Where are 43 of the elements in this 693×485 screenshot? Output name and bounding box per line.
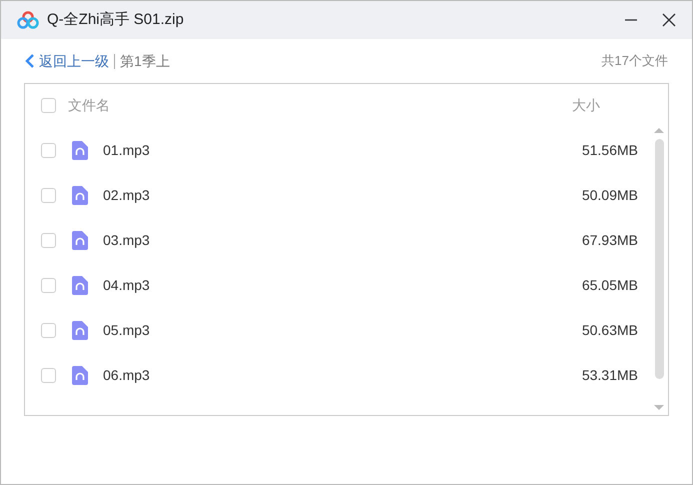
- breadcrumb-current: 第1季上: [120, 52, 170, 70]
- column-header: 大小: [572, 96, 600, 115]
- cloud-logo-icon: [17, 11, 39, 29]
- checkbox[interactable]: [41, 323, 56, 338]
- window-title: Q-全Zhi高手 S01.zip: [47, 10, 184, 30]
- file-name: 01.mp3: [103, 141, 150, 160]
- audio-file-icon: [72, 186, 88, 205]
- file-size: 67.93MB: [582, 231, 638, 250]
- file-row[interactable]: 01.mp3 51.56MB: [25, 128, 652, 173]
- file-size: 50.63MB: [582, 321, 638, 340]
- file-row[interactable]: 06.mp3 53.31MB: [25, 353, 652, 398]
- scroll-thumb[interactable]: [654, 139, 664, 379]
- file-name: 05.mp3: [103, 321, 150, 340]
- file-size: 53.31MB: [582, 366, 638, 385]
- checkbox[interactable]: [41, 233, 56, 248]
- chevron-left-icon: [25, 54, 35, 68]
- column-header: 文件名: [68, 96, 110, 115]
- audio-file-icon: [72, 366, 88, 385]
- file-row[interactable]: 05.mp3 50.63MB: [25, 308, 652, 353]
- file-count: 共17个文件: [602, 52, 668, 70]
- checkbox[interactable]: [41, 368, 56, 383]
- back-link[interactable]: 返回上一级: [25, 50, 109, 72]
- audio-file-icon: [72, 141, 88, 160]
- checkbox[interactable]: [41, 98, 56, 113]
- checkbox[interactable]: [41, 278, 56, 293]
- audio-file-icon: [72, 321, 88, 340]
- scroll-down-icon[interactable]: [654, 403, 664, 411]
- file-name: 04.mp3: [103, 276, 150, 295]
- audio-file-icon: [72, 276, 88, 295]
- file-row[interactable]: 03.mp3 67.93MB: [25, 218, 652, 263]
- file-name: 02.mp3: [103, 186, 150, 205]
- audio-file-icon: [72, 231, 88, 250]
- file-size: 50.09MB: [582, 186, 638, 205]
- close-icon[interactable]: [662, 13, 676, 27]
- file-size: 51.56MB: [582, 141, 638, 160]
- scroll-up-icon[interactable]: [654, 127, 664, 135]
- file-row[interactable]: 02.mp3 50.09MB: [25, 173, 652, 218]
- file-name: 06.mp3: [103, 366, 150, 385]
- file-row[interactable]: 04.mp3 65.05MB: [25, 263, 652, 308]
- file-size: 65.05MB: [582, 276, 638, 295]
- checkbox[interactable]: [41, 188, 56, 203]
- checkbox[interactable]: [41, 143, 56, 158]
- file-name: 03.mp3: [103, 231, 150, 250]
